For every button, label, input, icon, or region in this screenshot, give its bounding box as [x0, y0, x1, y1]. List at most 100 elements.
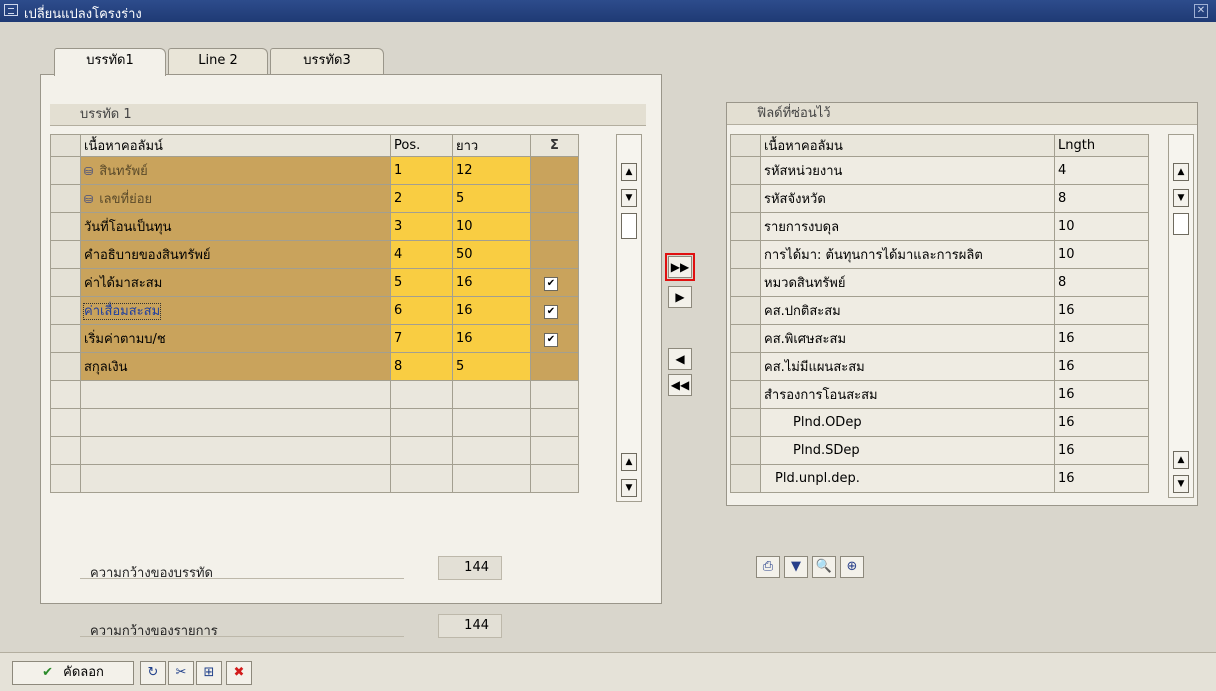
field-name[interactable]: คส.ปกติสะสม [760, 296, 1055, 325]
empty-cell[interactable] [80, 380, 391, 409]
scroll-thumb[interactable] [621, 213, 637, 239]
row-selector[interactable] [50, 408, 81, 437]
close-icon[interactable]: ✕ [1194, 4, 1208, 18]
table-row-pos[interactable]: 8 [390, 352, 453, 381]
field-length[interactable]: 16 [1054, 296, 1149, 325]
sum-checkbox[interactable]: ✔ [544, 332, 558, 347]
sum-checkbox[interactable]: ✔ [544, 304, 558, 319]
table-row-content[interactable]: สกุลเงิน [80, 352, 391, 381]
field-name[interactable]: รายการงบดุล [760, 212, 1055, 241]
empty-cell[interactable] [452, 464, 531, 493]
table-row-content[interactable]: ค่าได้มาสะสม [80, 268, 391, 297]
field-name[interactable]: Plnd.ODep [760, 408, 1055, 437]
move-left-button[interactable]: ◀ [668, 348, 692, 370]
empty-cell[interactable] [452, 380, 531, 409]
move-all-right-button[interactable]: ▶▶ [665, 253, 695, 281]
empty-cell[interactable] [530, 408, 579, 437]
window-menu-icon[interactable] [4, 4, 18, 16]
row-selector[interactable] [50, 436, 81, 465]
field-length[interactable]: 16 [1054, 408, 1149, 437]
field-length[interactable]: 10 [1054, 212, 1149, 241]
table-row-length[interactable]: 12 [452, 156, 531, 185]
field-length[interactable]: 8 [1054, 268, 1149, 297]
table-row-pos[interactable]: 1 [390, 156, 453, 185]
table-row-length[interactable]: 16 [452, 268, 531, 297]
right-scrollbar[interactable]: ▲ ▼ ▲ ▼ [1168, 134, 1194, 498]
table-row-sum[interactable] [530, 156, 579, 185]
empty-cell[interactable] [80, 408, 391, 437]
empty-cell[interactable] [390, 464, 453, 493]
field-length[interactable]: 8 [1054, 184, 1149, 213]
row-selector[interactable] [730, 352, 761, 381]
row-selector[interactable] [730, 380, 761, 409]
empty-cell[interactable] [530, 436, 579, 465]
sum-checkbox[interactable]: ✔ [544, 276, 558, 291]
row-selector[interactable] [50, 296, 81, 325]
field-length[interactable]: 16 [1054, 380, 1149, 409]
column-header-pos[interactable]: Pos. [390, 134, 453, 157]
table-row-sum[interactable] [530, 240, 579, 269]
field-length[interactable]: 16 [1054, 464, 1149, 493]
row-selector[interactable] [730, 268, 761, 297]
empty-cell[interactable] [530, 380, 579, 409]
empty-cell[interactable] [80, 464, 391, 493]
table-row-content[interactable]: ⛁ สินทรัพย์ [80, 156, 391, 185]
print-icon[interactable]: ⎙ [756, 556, 780, 578]
move-right-button[interactable]: ▶ [668, 286, 692, 308]
cut-icon[interactable]: ✂ [168, 661, 194, 685]
row-selector[interactable] [50, 184, 81, 213]
scroll-thumb[interactable] [1173, 213, 1189, 235]
scroll-down-button[interactable]: ▼ [1173, 189, 1189, 207]
row-selector[interactable] [730, 240, 761, 269]
table-row-length[interactable]: 5 [452, 184, 531, 213]
empty-cell[interactable] [452, 408, 531, 437]
row-selector[interactable] [50, 156, 81, 185]
field-name[interactable]: คส.พิเศษสะสม [760, 324, 1055, 353]
row-selector[interactable] [50, 212, 81, 241]
tab-line-1[interactable]: บรรทัด1 [54, 48, 166, 76]
field-length[interactable]: 16 [1054, 436, 1149, 465]
table-row-length[interactable]: 10 [452, 212, 531, 241]
field-name[interactable]: หมวดสินทรัพย์ [760, 268, 1055, 297]
table-row-content[interactable]: ⛁ เลขที่ย่อย [80, 184, 391, 213]
field-length[interactable]: 16 [1054, 324, 1149, 353]
table-row-pos[interactable]: 3 [390, 212, 453, 241]
copy-button[interactable]: ✔ คัดลอก [12, 661, 134, 685]
row-selector[interactable] [730, 296, 761, 325]
scroll-up-button[interactable]: ▲ [621, 163, 637, 181]
table-row-length[interactable]: 16 [452, 296, 531, 325]
sum-icon[interactable]: Σ [530, 134, 579, 157]
row-selector[interactable] [730, 212, 761, 241]
row-selector[interactable] [50, 324, 81, 353]
row-selector[interactable] [50, 352, 81, 381]
row-selector[interactable] [730, 464, 761, 493]
cancel-icon[interactable]: ✖ [226, 661, 252, 685]
select-all-cell[interactable] [730, 134, 761, 157]
field-name[interactable]: Plnd.SDep [760, 436, 1055, 465]
hierarchy-icon[interactable]: ⊞ [196, 661, 222, 685]
table-row-pos[interactable]: 4 [390, 240, 453, 269]
table-row-content[interactable]: คำอธิบายของสินทรัพย์ [80, 240, 391, 269]
row-selector[interactable] [730, 436, 761, 465]
field-name[interactable]: คส.ไม่มีแผนสะสม [760, 352, 1055, 381]
table-row-content[interactable]: ค่าเสื่อมสะสม [80, 296, 391, 325]
row-selector[interactable] [730, 324, 761, 353]
column-header-length[interactable]: Lngth [1054, 134, 1149, 157]
field-name[interactable]: รหัสจังหวัด [760, 184, 1055, 213]
field-name[interactable]: รหัสหน่วยงาน [760, 156, 1055, 185]
table-row-content[interactable]: วันที่โอนเป็นทุน [80, 212, 391, 241]
table-row-sum[interactable] [530, 212, 579, 241]
tab-line-3[interactable]: บรรทัด3 [270, 48, 384, 74]
field-length[interactable]: 16 [1054, 352, 1149, 381]
column-header-length[interactable]: ยาว [452, 134, 531, 157]
table-row-length[interactable]: 50 [452, 240, 531, 269]
table-row-length[interactable]: 16 [452, 324, 531, 353]
table-row-length[interactable]: 5 [452, 352, 531, 381]
column-header-content[interactable]: เนื้อหาคอลัมน [760, 134, 1055, 157]
row-selector[interactable] [50, 380, 81, 409]
empty-cell[interactable] [80, 436, 391, 465]
row-selector[interactable] [730, 408, 761, 437]
scroll-down-button[interactable]: ▼ [621, 189, 637, 207]
find-icon[interactable]: 🔍 [812, 556, 836, 578]
field-name[interactable]: สำรองการโอนสะสม [760, 380, 1055, 409]
